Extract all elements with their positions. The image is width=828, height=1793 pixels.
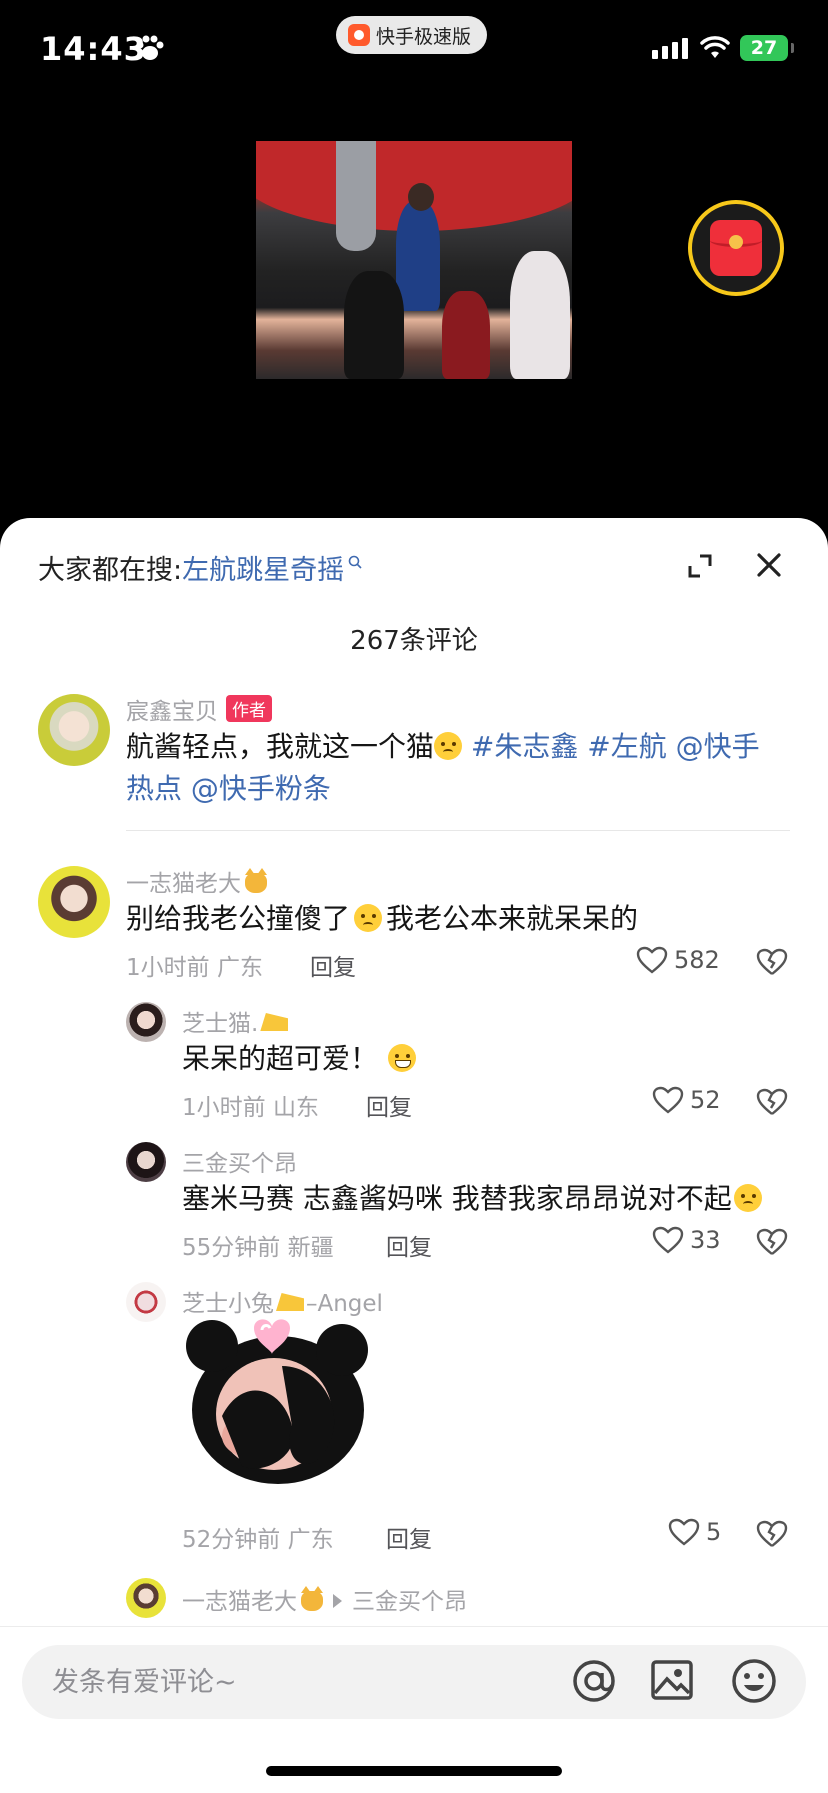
reply-button[interactable]: 回复 <box>310 948 356 982</box>
close-icon[interactable] <box>756 552 782 578</box>
comment-meta: 55分钟前 新疆 <box>182 1235 334 1261</box>
red-packet-reward-button[interactable] <box>688 200 784 296</box>
like-count: 52 <box>690 1086 721 1114</box>
like-button[interactable]: 582 <box>636 946 720 974</box>
broken-heart-icon[interactable] <box>756 1088 788 1116</box>
paw-icon <box>136 35 164 60</box>
sad-face-emoji-icon <box>434 732 463 760</box>
hashtag-link[interactable]: #左航 <box>587 730 666 763</box>
like-button[interactable]: 52 <box>652 1086 721 1114</box>
comment-text-part: 别给我老公撞傻了 <box>126 902 351 935</box>
comment-text: 塞米马赛 志鑫酱妈咪 我替我家昂昂说对不起 <box>182 1178 802 1220</box>
avatar[interactable] <box>126 1142 166 1182</box>
red-packet-icon <box>710 220 762 276</box>
broken-heart-icon[interactable] <box>756 948 788 976</box>
status-time: 14:43 <box>40 30 147 68</box>
commenter-name[interactable]: 一志猫老大 <box>126 864 267 898</box>
reply-arrow-icon <box>333 1594 342 1608</box>
mention-link-cont[interactable]: 热点 <box>126 772 182 805</box>
commenter-name[interactable]: 一志猫老大 三金买个昂 <box>182 1582 467 1616</box>
like-button[interactable]: 33 <box>652 1226 721 1254</box>
battery-icon: 27 <box>740 35 794 61</box>
video-player[interactable] <box>256 141 572 379</box>
commenter-name-text: 芝士猫. <box>182 1011 259 1037</box>
commenter-name-text: 一志猫老大 <box>126 871 241 897</box>
status-bar: 14:43 快手极速版 27 <box>0 0 828 100</box>
at-mention-icon[interactable] <box>570 1657 618 1705</box>
sad-face-emoji-icon <box>733 1184 762 1212</box>
kuaishou-logo-icon <box>348 24 370 46</box>
heart-icon <box>636 946 668 974</box>
heart-icon <box>668 1518 700 1546</box>
comment-text-part: 呆呆的超可爱！ <box>182 1042 379 1075</box>
search-suggestion[interactable]: 大家都在搜:左航跳星奇摇 <box>38 548 362 587</box>
broken-heart-icon[interactable] <box>756 1520 788 1548</box>
comment-meta: 52分钟前 广东 <box>182 1527 334 1553</box>
cat-emoji-icon <box>301 1586 323 1611</box>
grinning-face-emoji-icon <box>388 1044 417 1072</box>
image-picker-icon[interactable] <box>650 1659 694 1701</box>
comment-text: 呆呆的超可爱！ <box>182 1038 782 1080</box>
avatar[interactable] <box>126 1282 166 1322</box>
search-suggestion-prefix: 大家都在搜: <box>38 555 183 586</box>
broken-heart-icon[interactable] <box>756 1228 788 1256</box>
battery-level: 27 <box>750 37 778 59</box>
search-icon <box>348 555 362 569</box>
like-button[interactable]: 5 <box>668 1518 721 1546</box>
comment-text-part: 我老公本来就呆呆的 <box>386 902 639 935</box>
like-count: 582 <box>674 946 720 974</box>
app-name: 快手极速版 <box>376 25 472 48</box>
divider <box>126 830 790 831</box>
author-badge: 作者 <box>226 695 272 722</box>
video-scene-performer <box>408 183 434 211</box>
commenter-name-text: 一志猫老大 <box>182 1589 297 1615</box>
reply-button[interactable]: 回复 <box>386 1520 432 1554</box>
heart-icon <box>652 1086 684 1114</box>
sticker-image[interactable] <box>182 1306 368 1484</box>
commenter-name[interactable]: 芝士猫. <box>182 1004 289 1038</box>
avatar[interactable] <box>126 1002 166 1042</box>
comment-sheet: 大家都在搜:左航跳星奇摇 267条评论 宸鑫宝贝 作者 航酱轻点，我就这一个猫 #… <box>0 518 828 1792</box>
video-scene-performer <box>510 251 570 379</box>
wifi-icon <box>700 36 730 58</box>
reply-button[interactable]: 回复 <box>366 1088 412 1122</box>
video-scene-performer <box>344 271 404 379</box>
post-text: 航酱轻点，我就这一个猫 <box>126 730 435 763</box>
author-name[interactable]: 宸鑫宝贝 作者 <box>126 692 272 726</box>
comment-input-bar <box>0 1626 828 1793</box>
signal-icon <box>652 38 688 59</box>
comment-text-part: 塞米马赛 志鑫酱妈咪 我替我家昂昂说对不起 <box>182 1182 732 1215</box>
reply-to-name[interactable]: 三金买个昂 <box>352 1589 467 1615</box>
comment-text: 别给我老公撞傻了 我老公本来就呆呆的 <box>126 898 790 940</box>
reply-button[interactable]: 回复 <box>386 1228 432 1262</box>
cheese-emoji-icon <box>260 1013 289 1031</box>
like-count: 5 <box>706 1518 722 1546</box>
comment-count: 267条评论 <box>350 626 478 656</box>
hashtag-link[interactable]: #朱志鑫 <box>471 730 578 763</box>
avatar[interactable] <box>38 694 110 766</box>
comment-meta: 1小时前 山东 <box>182 1095 319 1121</box>
mention-link[interactable]: @快手粉条 <box>191 772 331 805</box>
app-switch-pill[interactable]: 快手极速版 <box>336 16 488 54</box>
flushed-face-emoji-icon <box>354 904 383 932</box>
commenter-name[interactable]: 三金买个昂 <box>182 1144 297 1178</box>
comment-meta: 1小时前 广东 <box>126 955 263 981</box>
emoji-picker-icon[interactable] <box>730 1657 778 1705</box>
heart-icon <box>652 1226 684 1254</box>
video-scene-pillar <box>336 141 376 251</box>
author-post-text: 航酱轻点，我就这一个猫 #朱志鑫 #左航 @快手热点 @快手粉条 <box>126 726 790 810</box>
mention-link[interactable]: @快手 <box>676 730 760 763</box>
like-count: 33 <box>690 1226 721 1254</box>
avatar[interactable] <box>38 866 110 938</box>
search-suggestion-keyword[interactable]: 左航跳星奇摇 <box>182 555 344 586</box>
cat-emoji-icon <box>245 868 267 893</box>
avatar[interactable] <box>126 1578 166 1618</box>
video-scene-performer <box>442 291 490 379</box>
home-indicator[interactable] <box>266 1766 562 1776</box>
video-scene-performer <box>396 201 440 311</box>
expand-icon[interactable] <box>686 552 714 580</box>
author-name-text: 宸鑫宝贝 <box>126 699 218 725</box>
